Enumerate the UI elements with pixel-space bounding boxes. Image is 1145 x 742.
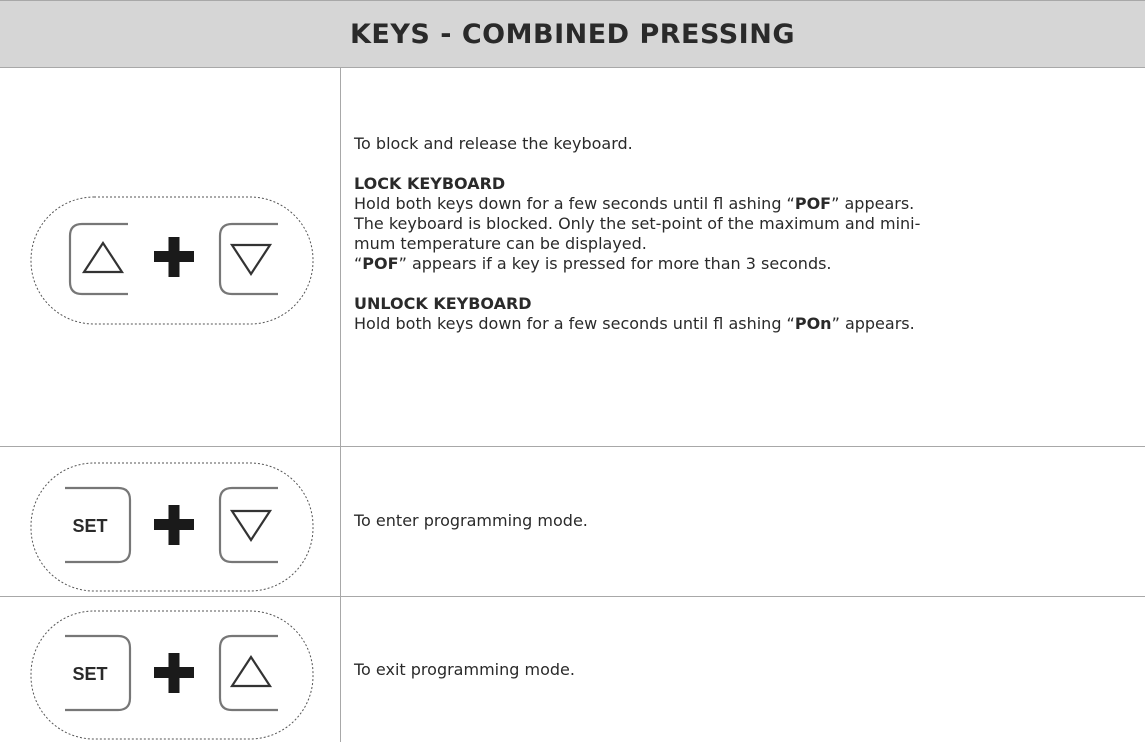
row-divider bbox=[0, 446, 1145, 447]
set-key-label: SET bbox=[72, 664, 107, 684]
up-arrow-icon bbox=[81, 240, 125, 274]
lock-keyboard-heading: LOCK KEYBOARD bbox=[354, 174, 506, 193]
key-combo-set-up: SET bbox=[30, 610, 318, 742]
row-3-description: To exit programming mode. bbox=[354, 660, 575, 680]
plus-icon bbox=[154, 237, 194, 277]
unlock-keyboard-heading: UNLOCK KEYBOARD bbox=[354, 294, 532, 313]
plus-icon bbox=[154, 505, 194, 545]
plus-icon bbox=[154, 653, 194, 693]
lock-line-1: Hold both keys down for a few seconds un… bbox=[354, 194, 915, 213]
lock-line-4: “POF” appears if a key is pressed for mo… bbox=[354, 254, 832, 273]
lock-line-2: The keyboard is blocked. Only the set-po… bbox=[354, 214, 921, 233]
enter-programming-text: To enter programming mode. bbox=[354, 511, 588, 530]
row-1-description: To block and release the keyboard. LOCK … bbox=[354, 134, 1134, 334]
down-arrow-icon bbox=[229, 243, 273, 277]
down-arrow-key bbox=[218, 486, 278, 564]
key-combo-set-down: SET bbox=[30, 462, 318, 594]
unlock-line-1: Hold both keys down for a few seconds un… bbox=[354, 314, 915, 333]
intro-text: To block and release the keyboard. bbox=[354, 134, 633, 153]
exit-programming-text: To exit programming mode. bbox=[354, 660, 575, 679]
up-arrow-key bbox=[218, 634, 278, 712]
page-title: KEYS - COMBINED PRESSING bbox=[350, 18, 795, 50]
title-bar: KEYS - COMBINED PRESSING bbox=[0, 0, 1145, 68]
up-arrow-icon bbox=[229, 654, 273, 688]
down-arrow-icon bbox=[229, 509, 273, 543]
lock-line-3: mum temperature can be displayed. bbox=[354, 234, 647, 253]
down-arrow-key bbox=[218, 222, 278, 296]
key-combo-up-down bbox=[30, 196, 318, 328]
row-divider bbox=[0, 596, 1145, 597]
row-2-description: To enter programming mode. bbox=[354, 511, 588, 531]
set-key: SET bbox=[65, 634, 132, 712]
set-key-label: SET bbox=[72, 516, 107, 536]
up-arrow-key bbox=[68, 222, 128, 296]
set-key: SET bbox=[65, 486, 132, 564]
column-divider bbox=[340, 68, 341, 742]
